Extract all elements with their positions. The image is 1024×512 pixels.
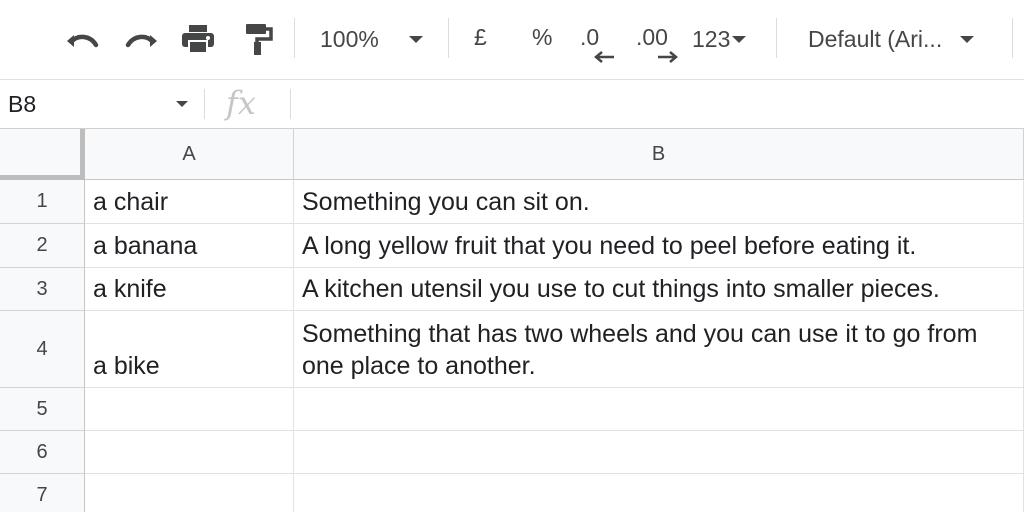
increase-decimal-button[interactable]: .00 xyxy=(636,24,668,51)
font-select[interactable]: Default (Ari... xyxy=(808,18,998,60)
font-value: Default (Ari... xyxy=(808,25,943,52)
cell-a3[interactable]: a knife xyxy=(85,268,294,311)
toolbar-divider xyxy=(448,18,449,58)
cell-b2[interactable]: A long yellow fruit that you need to pee… xyxy=(294,224,1024,268)
arrow-left-icon xyxy=(594,50,616,68)
toolbar: 100% £ % .0 .00 123 Default (Ari... xyxy=(0,0,1024,80)
formula-input[interactable] xyxy=(300,80,1020,128)
row-number: 7 xyxy=(36,484,48,506)
print-button[interactable] xyxy=(176,18,220,60)
toolbar-divider xyxy=(776,18,777,58)
row-number: 5 xyxy=(36,397,48,420)
cell-a7[interactable] xyxy=(85,474,294,512)
currency-format-button[interactable]: £ xyxy=(474,24,487,51)
formula-bar: B8 fx xyxy=(0,80,1024,129)
fx-icon: fx xyxy=(226,84,256,122)
undo-icon xyxy=(64,27,100,51)
toolbar-divider xyxy=(1012,18,1013,58)
chevron-down-icon xyxy=(732,35,747,43)
row-header-7[interactable]: 7 xyxy=(0,474,85,512)
row-header-5[interactable]: 5 xyxy=(0,388,85,431)
redo-icon xyxy=(124,27,160,51)
cell-text: A long yellow fruit that you need to pee… xyxy=(302,232,917,260)
row-header-4[interactable]: 4 xyxy=(0,311,85,388)
increase-decimal-label: .00 xyxy=(636,24,668,50)
decrease-decimal-label: .0 xyxy=(580,24,600,50)
toolbar-divider xyxy=(294,18,295,58)
cell-text: a banana xyxy=(93,232,198,260)
cell-text: A kitchen utensil you use to cut things … xyxy=(302,275,940,303)
chevron-down-icon xyxy=(408,35,423,43)
cell-text: a chair xyxy=(93,188,169,216)
column-label: A xyxy=(182,142,196,165)
cell-b4[interactable]: Something that has two wheels and you ca… xyxy=(294,311,1024,388)
chevron-down-icon xyxy=(176,101,188,107)
cell-b6[interactable] xyxy=(294,431,1024,474)
column-label: B xyxy=(651,142,666,165)
cell-reference: B8 xyxy=(8,90,37,117)
row-number: 1 xyxy=(36,190,48,212)
print-icon xyxy=(180,23,216,55)
undo-button[interactable] xyxy=(60,18,104,60)
decrease-decimal-button[interactable]: .0 xyxy=(580,24,599,51)
cell-b1[interactable]: Something you can sit on. xyxy=(294,180,1024,224)
column-header-b[interactable]: B xyxy=(294,129,1024,180)
cell-text: a knife xyxy=(93,275,167,303)
cell-a4[interactable]: a bike xyxy=(85,311,294,388)
formula-divider xyxy=(204,89,205,119)
more-formats-label: 123 xyxy=(692,25,731,52)
cell-b5[interactable] xyxy=(294,388,1024,431)
zoom-select[interactable]: 100% xyxy=(320,18,440,60)
row-number: 2 xyxy=(36,234,48,256)
percent-label: % xyxy=(532,24,553,50)
redo-button[interactable] xyxy=(120,18,164,60)
cell-a2[interactable]: a banana xyxy=(85,224,294,268)
row-header-3[interactable]: 3 xyxy=(0,268,85,311)
cell-text: Something that has two wheels and you ca… xyxy=(302,320,978,380)
cell-b7[interactable] xyxy=(294,474,1024,512)
row-header-2[interactable]: 2 xyxy=(0,224,85,268)
column-header-a[interactable]: A xyxy=(85,129,294,180)
cell-text: Something you can sit on. xyxy=(302,188,590,216)
formula-divider xyxy=(290,89,291,119)
row-number: 3 xyxy=(36,277,48,300)
spreadsheet-grid: A B 1 a chair Something you can sit on. … xyxy=(0,129,1024,512)
row-number: 4 xyxy=(36,337,48,360)
cell-b3[interactable]: A kitchen utensil you use to cut things … xyxy=(294,268,1024,311)
row-header-6[interactable]: 6 xyxy=(0,431,85,474)
more-formats-button[interactable]: 123 xyxy=(692,18,762,60)
chevron-down-icon xyxy=(960,35,975,43)
percent-format-button[interactable]: % xyxy=(532,24,552,51)
paint-format-button[interactable] xyxy=(236,18,280,60)
zoom-value: 100% xyxy=(320,25,379,52)
cell-a1[interactable]: a chair xyxy=(85,180,294,224)
cell-a6[interactable] xyxy=(85,431,294,474)
select-all-corner[interactable] xyxy=(0,129,85,180)
paint-format-icon xyxy=(243,22,273,56)
cell-text: a bike xyxy=(93,352,160,380)
name-box[interactable]: B8 xyxy=(0,80,200,128)
row-number: 6 xyxy=(36,440,48,463)
cell-a5[interactable] xyxy=(85,388,294,431)
arrow-right-icon xyxy=(656,50,678,68)
currency-label: £ xyxy=(474,24,487,50)
row-header-1[interactable]: 1 xyxy=(0,180,85,224)
